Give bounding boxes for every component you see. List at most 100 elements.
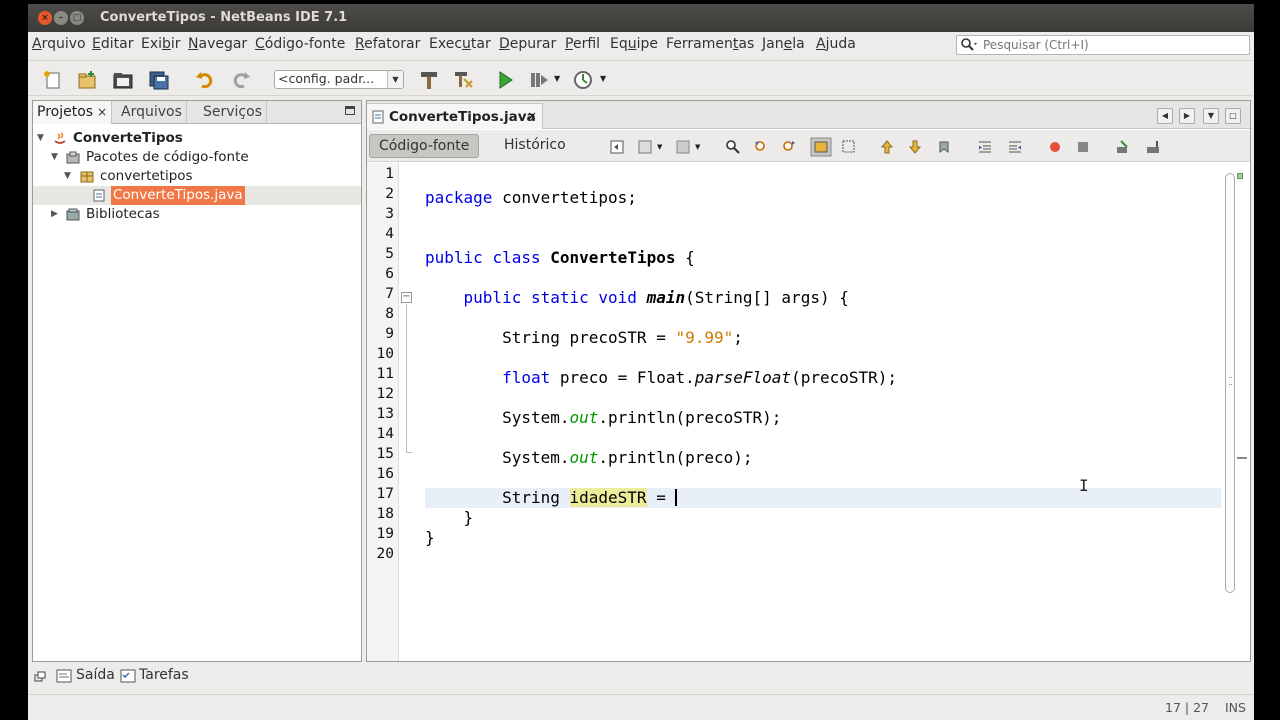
maximize-window-icon[interactable]: □ xyxy=(1225,108,1241,124)
fold-guide-line xyxy=(406,304,407,452)
config-select[interactable]: <config. padr... ▼ xyxy=(274,70,404,89)
history-mode-button[interactable]: Histórico xyxy=(495,134,575,158)
tree-item-java-file[interactable]: ConverteTipos.java xyxy=(33,186,361,205)
menu-mnemonic: A xyxy=(32,36,42,52)
close-icon[interactable]: × xyxy=(527,109,537,123)
redo-icon[interactable] xyxy=(230,69,252,91)
menu-ferramentas[interactable]: Ferramentas xyxy=(666,36,754,52)
menu-label: Eq xyxy=(610,36,628,52)
shift-right-icon[interactable] xyxy=(1007,139,1023,155)
build-hammer-icon[interactable] xyxy=(418,69,440,91)
tab-projetos[interactable]: Projetos × xyxy=(33,101,113,124)
minimize-window-button[interactable]: – xyxy=(54,11,68,25)
code-line-19: } xyxy=(425,528,435,548)
line-number: 16 xyxy=(376,466,394,482)
line-number: 13 xyxy=(376,406,394,422)
code-area[interactable]: package convertetipos; public class Conv… xyxy=(413,163,1221,661)
libraries-icon xyxy=(66,208,80,221)
undo-icon[interactable] xyxy=(194,69,216,91)
search-input[interactable] xyxy=(983,37,1243,53)
chevron-down-icon[interactable]: ▼ xyxy=(600,74,606,83)
tab-servicos[interactable]: Serviços xyxy=(199,101,267,124)
new-project-icon[interactable] xyxy=(76,69,98,91)
tree-item-source-packages[interactable]: ▼ Pacotes de código-fonte xyxy=(33,148,361,167)
clean-build-icon[interactable] xyxy=(452,69,474,91)
tree-item-label: convertetipos xyxy=(100,168,193,184)
menu-codigo-fonte[interactable]: Código-fonte xyxy=(255,36,345,52)
uncomment-icon[interactable] xyxy=(1145,139,1161,155)
forward-icon[interactable] xyxy=(675,139,691,155)
menu-arquivo[interactable]: Arquivo xyxy=(32,36,86,52)
editor-vertical-scrollbar[interactable] xyxy=(1223,163,1237,661)
line-number-gutter: 1 2 3 4 5 6 7 8 9 10 11 12 13 14 15 16 1… xyxy=(367,163,399,661)
close-window-button[interactable]: × xyxy=(38,11,52,25)
shift-left-icon[interactable] xyxy=(977,139,993,155)
restore-window-icon[interactable] xyxy=(34,671,46,683)
menu-ajuda[interactable]: Ajuda xyxy=(816,36,856,52)
search-box xyxy=(956,35,1250,55)
debug-icon[interactable] xyxy=(528,69,550,91)
toggle-rect-selection-icon[interactable] xyxy=(841,139,857,155)
error-stripe-mark[interactable] xyxy=(1237,457,1247,459)
tab-convertetipos-java[interactable]: ConverteTipos.java × xyxy=(367,103,543,129)
comment-icon[interactable] xyxy=(1115,139,1131,155)
output-tab[interactable]: Saída xyxy=(76,667,115,683)
menu-label: rquivo xyxy=(41,36,86,52)
menu-perfil[interactable]: Perfil xyxy=(565,36,600,52)
start-macro-icon[interactable] xyxy=(1047,139,1063,155)
line-number: 12 xyxy=(376,386,394,402)
menu-executar[interactable]: Executar xyxy=(429,36,491,52)
previous-bookmark-icon[interactable] xyxy=(879,139,895,155)
chevron-down-icon[interactable]: ▼ xyxy=(554,74,560,83)
menu-editar[interactable]: Editar xyxy=(92,36,133,52)
find-icon[interactable] xyxy=(725,139,741,155)
menu-navegar[interactable]: Navegar xyxy=(188,36,247,52)
menu-refatorar[interactable]: Refatorar xyxy=(355,36,420,52)
fold-guide-end xyxy=(406,452,412,453)
tree-item-libraries[interactable]: ▶ Bibliotecas xyxy=(33,205,361,224)
tab-arquivos[interactable]: Arquivos xyxy=(117,101,187,124)
next-bookmark-icon[interactable] xyxy=(907,139,923,155)
tasks-tab[interactable]: Tarefas xyxy=(139,667,189,683)
run-icon[interactable] xyxy=(494,69,516,91)
save-all-icon[interactable] xyxy=(148,69,170,91)
tree-item-project[interactable]: ▼ ConverteTipos xyxy=(33,129,361,148)
fold-toggle-icon[interactable]: − xyxy=(401,292,412,303)
source-mode-button[interactable]: Código-fonte xyxy=(369,134,480,158)
scroll-tabs-left-icon[interactable]: ◀ xyxy=(1157,108,1173,124)
tree-expand-icon[interactable]: ▼ xyxy=(51,148,58,167)
back-icon[interactable] xyxy=(637,139,653,155)
editor-tabs: ConverteTipos.java × ◀ ▶ ▼ □ xyxy=(367,101,1250,129)
find-previous-icon[interactable] xyxy=(753,139,769,155)
menu-equipe[interactable]: Equipe xyxy=(610,36,658,52)
last-edit-icon[interactable] xyxy=(609,139,625,155)
chevron-down-icon: ▼ xyxy=(387,71,403,88)
tree-item-package[interactable]: ▼ convertetipos xyxy=(33,167,361,186)
line-number: 14 xyxy=(376,426,394,442)
find-next-icon[interactable] xyxy=(781,139,797,155)
stop-macro-icon[interactable] xyxy=(1075,139,1091,155)
error-stripe-ok-icon xyxy=(1237,173,1243,179)
maximize-window-button[interactable]: □ xyxy=(70,11,84,25)
menu-label: tar xyxy=(470,36,491,52)
toggle-highlight-icon[interactable] xyxy=(810,137,832,157)
profile-icon[interactable] xyxy=(572,69,594,91)
new-file-icon[interactable] xyxy=(42,69,64,91)
scroll-tabs-right-icon[interactable]: ▶ xyxy=(1179,108,1195,124)
line-number: 5 xyxy=(385,246,394,262)
projects-panel: Projetos × Arquivos Serviços ▼ ConverteTi… xyxy=(32,100,362,662)
menu-depurar[interactable]: Depurar xyxy=(499,36,556,52)
toggle-bookmark-icon[interactable] xyxy=(937,139,953,155)
tree-expand-icon[interactable]: ▼ xyxy=(64,167,71,186)
show-opened-documents-icon[interactable]: ▼ xyxy=(1203,108,1219,124)
close-icon[interactable]: × xyxy=(97,105,107,119)
code-text: convertetipos; xyxy=(492,188,637,207)
minimize-panel-icon[interactable] xyxy=(345,106,355,115)
menu-exibir[interactable]: Exibir xyxy=(141,36,181,52)
chevron-down-icon[interactable]: ▼ xyxy=(695,143,700,151)
open-project-icon[interactable] xyxy=(112,69,134,91)
tree-expand-icon[interactable]: ▶ xyxy=(51,205,58,224)
tree-expand-icon[interactable]: ▼ xyxy=(37,129,44,148)
chevron-down-icon[interactable]: ▼ xyxy=(657,143,662,151)
menu-janela[interactable]: Janela xyxy=(762,36,805,52)
